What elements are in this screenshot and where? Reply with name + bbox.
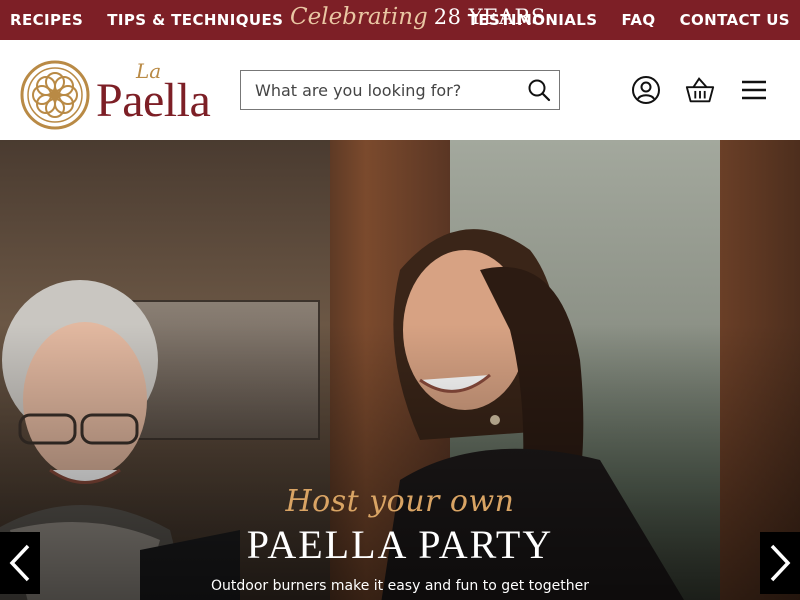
nav-testimonials-link[interactable]: TESTIMONIALS [468,11,598,29]
hero-carousel: Host your own PAELLA PARTY Outdoor burne… [0,140,800,600]
search-input[interactable] [241,71,519,109]
site-header: La Paella [0,40,800,140]
carousel-prev-button[interactable] [0,532,40,594]
nav-contact-link[interactable]: CONTACT US [680,11,790,29]
header-actions [630,74,770,106]
hero-caption: Host your own PAELLA PARTY Outdoor burne… [0,484,800,594]
menu-icon[interactable] [738,74,770,106]
basket-icon[interactable] [684,74,716,106]
top-nav-bar: RECIPES TIPS & TECHNIQUES Celebrating 28… [0,0,800,40]
anniversary-script: Celebrating [290,4,428,30]
carousel-next-button[interactable] [760,532,800,594]
search-bar [240,70,560,110]
search-icon[interactable] [519,71,559,109]
site-logo[interactable]: La Paella [20,59,226,130]
chevron-left-icon [9,544,30,582]
logo-paella-text: Paella [96,74,211,127]
logo-wordmark: La Paella [96,59,226,127]
top-nav-right: TESTIMONIALS FAQ CONTACT US [468,11,790,29]
logo-medallion-icon [20,60,90,130]
nav-faq-link[interactable]: FAQ [621,11,655,29]
hero-subtitle: Outdoor burners make it easy and fun to … [211,578,589,594]
nav-tips-link[interactable]: TIPS & TECHNIQUES [107,11,283,29]
hero-title: PAELLA PARTY [246,522,554,567]
chevron-right-icon [770,544,791,582]
top-nav-left: RECIPES TIPS & TECHNIQUES [10,11,283,29]
hero-script-text: Host your own [285,484,515,519]
nav-recipes-link[interactable]: RECIPES [10,11,83,29]
account-icon[interactable] [630,74,662,106]
